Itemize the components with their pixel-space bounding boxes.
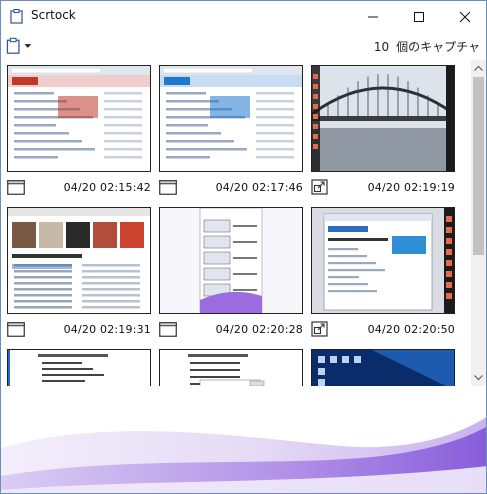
window-title: Scrtock [31,8,76,22]
capture-timestamp: 04/20 02:19:19 [367,181,455,194]
capture-timestamp: 04/20 02:15:42 [63,181,151,194]
capture-item[interactable] [7,349,151,386]
scroll-down-button[interactable] [471,370,486,386]
window-icon [7,322,25,337]
capture-type-indicator [311,321,329,337]
vertical-scrollbar[interactable] [471,60,486,386]
capture-meta: 04/20 02:20:50 [311,321,455,339]
app-window: Scrtock 10 個のキャプチャ 04/20 02:15:42 04/20 02… [0,0,487,494]
scroll-thumb[interactable] [473,77,484,255]
clipboard-icon [10,9,23,24]
toolbar: 10 個のキャプチャ [1,32,486,60]
minimize-icon [368,16,378,17]
capture-item[interactable]: 04/20 02:20:28 [159,207,303,341]
capture-thumbnail[interactable] [159,207,303,314]
region-icon [311,321,328,337]
capture-thumbnail[interactable] [159,349,303,386]
capture-menu-button[interactable] [6,37,32,55]
capture-item[interactable]: 04/20 02:19:31 [7,207,151,341]
capture-item[interactable]: 04/20 02:15:42 [7,65,151,199]
capture-type-indicator [159,179,177,195]
region-icon [311,179,328,195]
capture-meta: 04/20 02:20:28 [159,321,303,339]
capture-item[interactable]: 04/20 02:20:50 [311,207,455,341]
capture-thumbnail[interactable] [311,207,455,314]
capture-count-value: 10 [373,40,390,54]
capture-meta: 04/20 02:17:46 [159,179,303,197]
window-icon [159,322,177,337]
capture-item[interactable] [311,349,455,386]
capture-type-indicator [7,321,25,337]
capture-count-label: 個のキャプチャ [396,40,480,54]
window-icon [159,180,177,195]
close-icon [459,11,471,22]
clipboard-icon [6,37,20,54]
capture-meta: 04/20 02:19:19 [311,179,455,197]
capture-count: 10 個のキャプチャ [374,38,480,55]
capture-timestamp: 04/20 02:20:50 [367,323,455,336]
capture-thumbnail[interactable] [7,65,151,172]
capture-type-indicator [7,179,25,195]
close-button[interactable] [442,1,486,32]
capture-list[interactable]: 04/20 02:15:42 04/20 02:17:46 04/20 02:19:… [2,60,471,386]
caret-down-icon [24,44,32,48]
capture-thumbnail[interactable] [7,349,151,386]
capture-item[interactable] [159,349,303,386]
chevron-down-icon [474,375,483,381]
minimize-button[interactable] [350,1,396,32]
capture-thumbnail[interactable] [7,207,151,314]
capture-meta: 04/20 02:19:31 [7,321,151,339]
capture-item[interactable]: 04/20 02:17:46 [159,65,303,199]
maximize-button[interactable] [396,1,442,32]
scroll-up-button[interactable] [471,60,486,76]
chevron-up-icon [474,65,483,71]
wave-decoration [1,417,486,493]
capture-thumbnail[interactable] [311,65,455,172]
title-bar[interactable]: Scrtock [1,1,486,32]
capture-timestamp: 04/20 02:19:31 [63,323,151,336]
capture-thumbnail[interactable] [311,349,455,386]
capture-timestamp: 04/20 02:20:28 [215,323,303,336]
window-icon [7,180,25,195]
capture-type-indicator [159,321,177,337]
capture-thumbnail[interactable] [159,65,303,172]
capture-item[interactable]: 04/20 02:19:19 [311,65,455,199]
maximize-icon [414,11,424,22]
capture-timestamp: 04/20 02:17:46 [215,181,303,194]
capture-meta: 04/20 02:15:42 [7,179,151,197]
capture-type-indicator [311,179,329,195]
